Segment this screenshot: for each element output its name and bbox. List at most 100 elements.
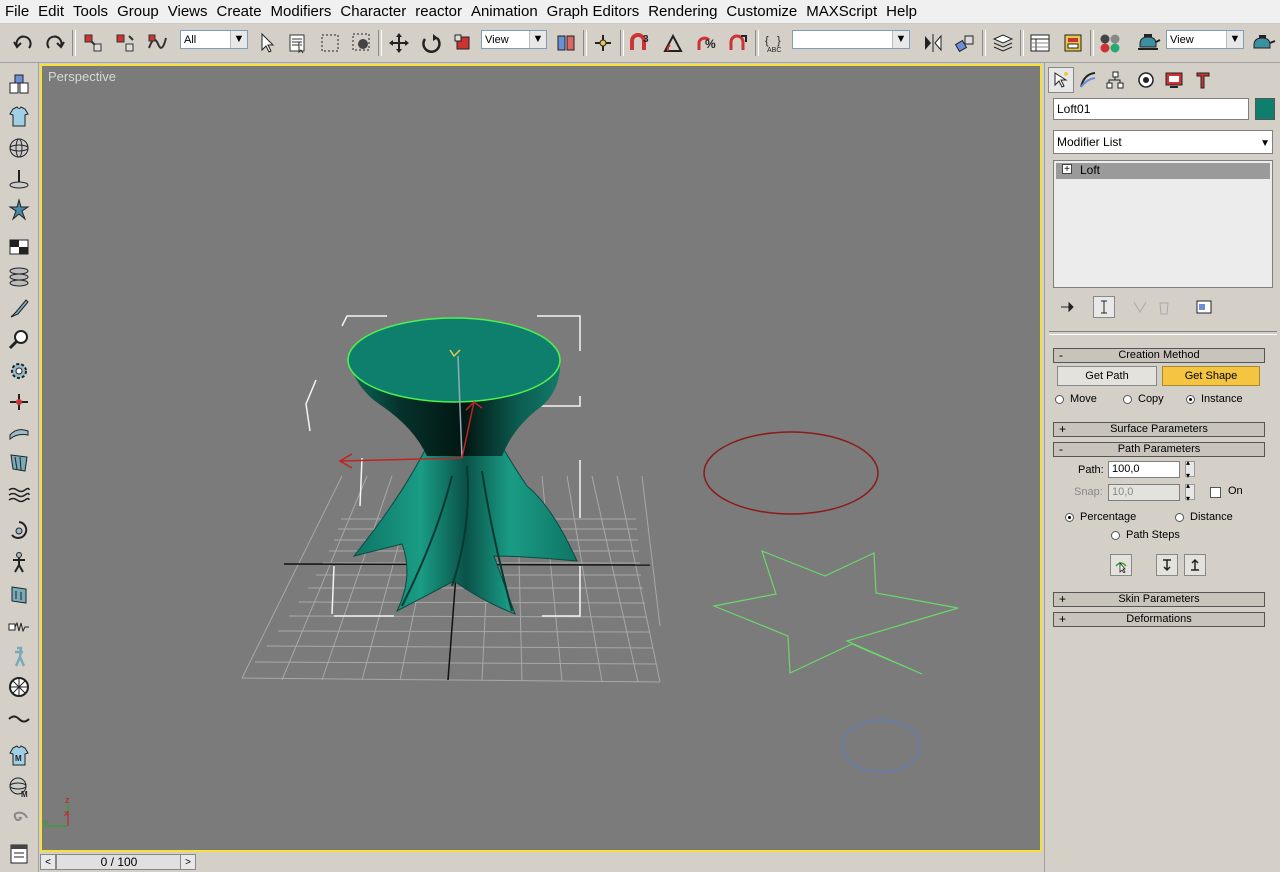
copy-radio[interactable]: Copy — [1123, 393, 1164, 405]
sphere-icon[interactable] — [5, 134, 33, 162]
previous-shape-button[interactable] — [1156, 554, 1178, 576]
stack-item-loft[interactable]: + Loft — [1056, 163, 1270, 179]
create-tab-icon[interactable] — [1048, 67, 1074, 93]
curve-editor-icon[interactable] — [1027, 30, 1053, 56]
object-color-swatch[interactable] — [1255, 98, 1275, 120]
align-icon[interactable] — [952, 30, 978, 56]
panel-icon[interactable] — [5, 581, 33, 609]
notepad-icon[interactable] — [5, 840, 33, 868]
redo-icon[interactable] — [42, 30, 68, 56]
material-editor-icon[interactable] — [1097, 30, 1123, 56]
render-view-dropdown[interactable]: View ▼ — [1166, 30, 1244, 49]
hierarchy-tab-icon[interactable] — [1102, 67, 1128, 93]
perspective-viewport[interactable]: Perspective z y x — [40, 64, 1042, 852]
star-figure-icon[interactable] — [5, 196, 33, 224]
cloth-icon[interactable] — [5, 449, 33, 477]
figure-pose-icon[interactable] — [5, 643, 33, 671]
wind-icon[interactable] — [5, 419, 33, 447]
snaps-toggle-icon[interactable]: 3 — [627, 30, 653, 56]
motion-shirt-icon[interactable]: M — [5, 742, 33, 770]
magnifier-icon[interactable] — [5, 326, 33, 354]
configure-sets-icon[interactable] — [1195, 299, 1213, 318]
skin-parameters-rollout[interactable]: + Skin Parameters — [1053, 592, 1265, 607]
menu-maxscript[interactable]: MAXScript — [801, 0, 881, 23]
percent-snap-icon[interactable]: % — [693, 30, 719, 56]
snap-spinner[interactable] — [1185, 481, 1195, 503]
select-and-link-icon[interactable] — [80, 30, 106, 56]
menu-modifiers[interactable]: Modifiers — [266, 0, 336, 23]
deformations-rollout[interactable]: + Deformations — [1053, 612, 1265, 627]
rope-icon[interactable] — [5, 517, 33, 545]
time-prev-button[interactable]: < — [40, 854, 56, 870]
menu-file[interactable]: File — [0, 0, 33, 23]
creation-method-rollout[interactable]: - Creation Method — [1053, 348, 1265, 363]
percentage-radio[interactable]: Percentage — [1065, 511, 1136, 523]
path-input[interactable]: 100,0 — [1108, 461, 1180, 478]
menu-tools[interactable]: Tools — [68, 0, 112, 23]
path-spinner[interactable] — [1185, 458, 1195, 480]
motion-sphere-icon[interactable]: M — [5, 773, 33, 801]
select-object-icon[interactable] — [254, 30, 280, 56]
named-selection-dropdown[interactable]: ▼ — [792, 30, 910, 49]
biped-icon[interactable] — [5, 549, 33, 577]
menu-reactor[interactable]: reactor — [410, 0, 466, 23]
render-scene-icon[interactable] — [1135, 30, 1161, 56]
path-steps-radio[interactable]: Path Steps — [1111, 529, 1180, 541]
water-icon[interactable] — [5, 480, 33, 508]
menu-edit[interactable]: Edit — [33, 0, 68, 23]
display-tab-icon[interactable] — [1161, 67, 1187, 93]
rope-line-icon[interactable] — [5, 705, 33, 733]
modify-tab-icon[interactable] — [1075, 67, 1101, 93]
spinner-snap-icon[interactable] — [725, 30, 751, 56]
get-path-button[interactable]: Get Path — [1057, 366, 1157, 386]
unlink-selection-icon[interactable] — [112, 30, 138, 56]
window-crossing-icon[interactable] — [349, 30, 375, 56]
motion-tab-icon[interactable] — [1133, 67, 1159, 93]
menu-customize[interactable]: Customize — [721, 0, 801, 23]
bind-to-space-warp-icon[interactable] — [144, 30, 170, 56]
pivot-icon[interactable] — [5, 165, 33, 193]
menu-group[interactable]: Group — [112, 0, 163, 23]
checker-icon[interactable] — [5, 233, 33, 261]
snap-on-checkbox[interactable] — [1210, 487, 1221, 498]
menu-views[interactable]: Views — [163, 0, 212, 23]
rectangular-selection-icon[interactable] — [317, 30, 343, 56]
menu-animation[interactable]: Animation — [466, 0, 542, 23]
modifier-list-dropdown[interactable]: Modifier List ▼ — [1053, 130, 1273, 154]
gear-icon[interactable] — [5, 357, 33, 385]
pivot-center-icon[interactable] — [553, 30, 579, 56]
path-parameters-rollout[interactable]: - Path Parameters — [1053, 442, 1265, 457]
snap-input[interactable]: 10,0 — [1108, 484, 1180, 501]
remove-modifier-icon[interactable] — [1155, 299, 1173, 318]
utilities-tab-icon[interactable] — [1190, 67, 1216, 93]
mirror-icon[interactable] — [920, 30, 946, 56]
select-and-manipulate-icon[interactable] — [590, 30, 616, 56]
pick-shape-button[interactable] — [1110, 554, 1132, 576]
angle-snap-icon[interactable] — [660, 30, 686, 56]
menu-rendering[interactable]: Rendering — [643, 0, 721, 23]
menu-graph-editors[interactable]: Graph Editors — [542, 0, 644, 23]
time-next-button[interactable]: > — [180, 854, 196, 870]
expand-icon[interactable]: + — [1062, 164, 1072, 175]
edit-named-selections-icon[interactable]: {} ABC — [762, 30, 788, 56]
distance-radio[interactable]: Distance — [1175, 511, 1233, 523]
show-end-result-icon[interactable] — [1093, 296, 1115, 318]
select-and-move-icon[interactable] — [386, 30, 412, 56]
spring-icon[interactable] — [5, 612, 33, 640]
spiral-icon[interactable] — [5, 804, 33, 832]
time-slider[interactable]: 0 / 100 — [56, 854, 182, 870]
menu-create[interactable]: Create — [212, 0, 266, 23]
shirt-icon[interactable] — [5, 103, 33, 131]
move-radio[interactable]: Move — [1055, 393, 1097, 405]
bone-icon[interactable] — [5, 388, 33, 416]
object-name-field[interactable]: Loft01 — [1053, 98, 1249, 120]
schematic-view-icon[interactable] — [1060, 30, 1086, 56]
dynamics-wheel-icon[interactable] — [5, 673, 33, 701]
layer-manager-icon[interactable] — [990, 30, 1016, 56]
select-by-name-icon[interactable] — [285, 30, 311, 56]
brush-icon[interactable] — [5, 295, 33, 323]
get-shape-button[interactable]: Get Shape — [1162, 366, 1260, 386]
instance-radio[interactable]: Instance — [1186, 393, 1243, 405]
pin-stack-icon[interactable] — [1059, 299, 1077, 318]
undo-icon[interactable] — [10, 30, 36, 56]
